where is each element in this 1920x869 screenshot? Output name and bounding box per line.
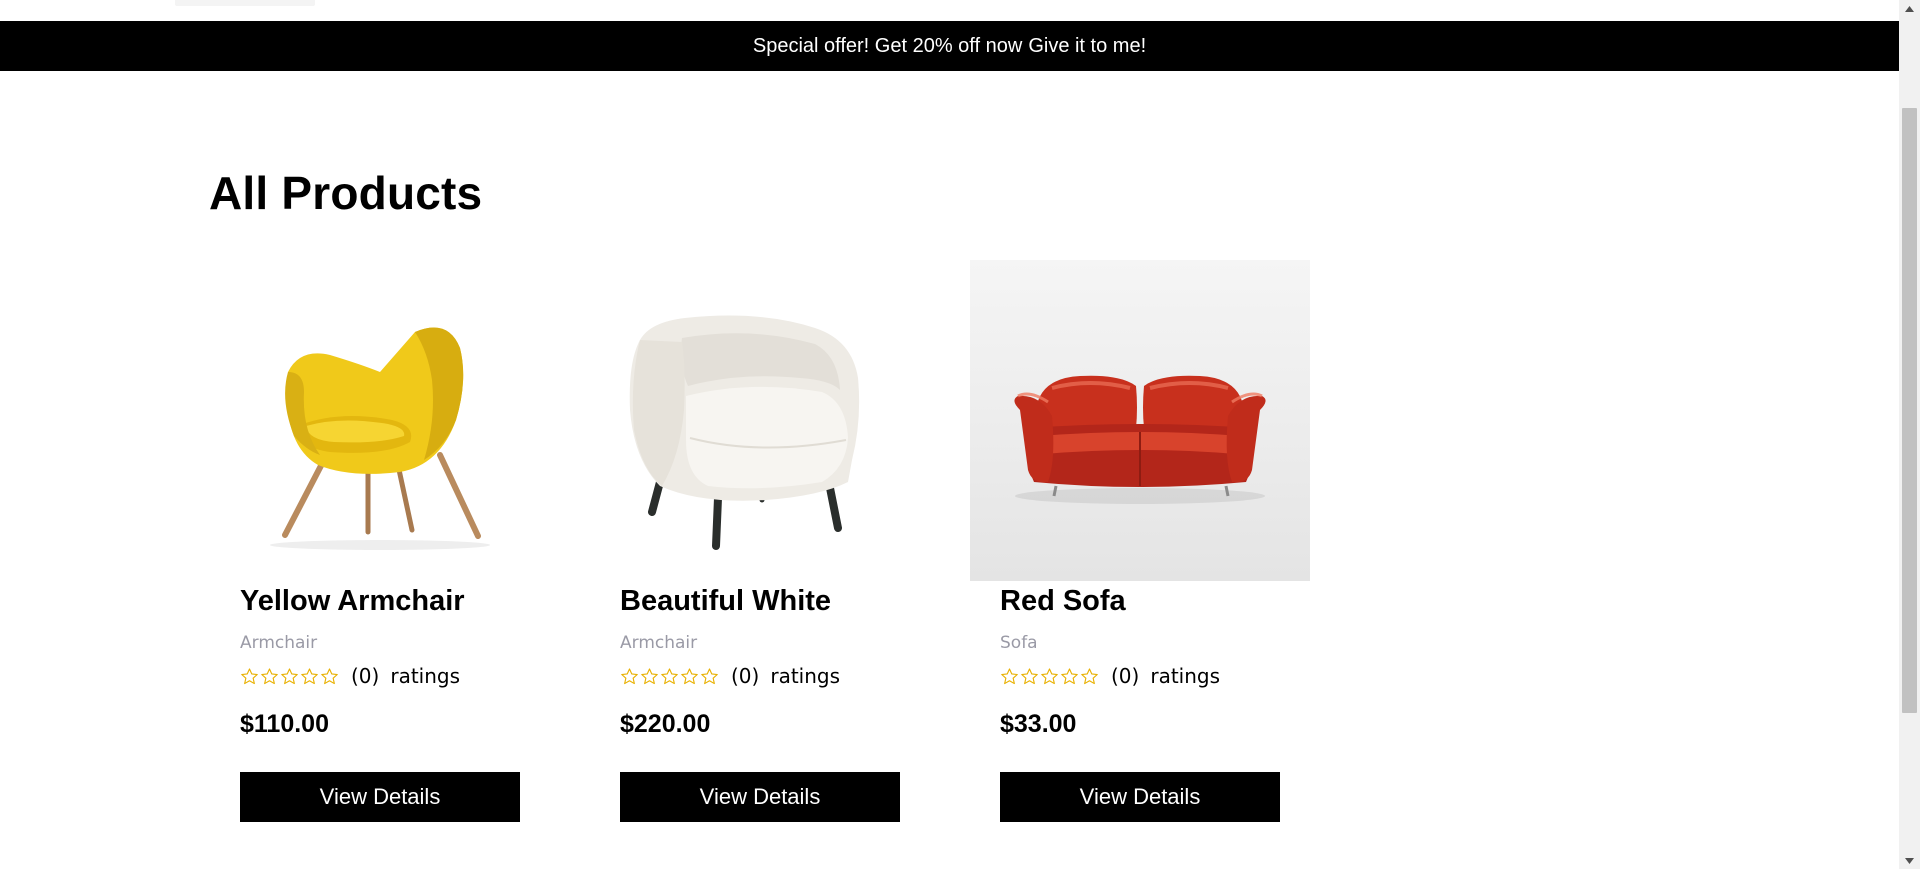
star-outline-icon bbox=[261, 667, 278, 684]
product-price: $33.00 bbox=[1000, 710, 1077, 738]
product-image[interactable] bbox=[590, 260, 930, 581]
view-details-button[interactable]: View Details bbox=[240, 772, 520, 822]
star-rating bbox=[1000, 667, 1099, 686]
white-armchair-image bbox=[629, 315, 860, 550]
star-outline-icon bbox=[301, 667, 318, 684]
promo-link[interactable]: Give it to me! bbox=[1028, 35, 1146, 58]
scrollbar-thumb[interactable] bbox=[1902, 108, 1917, 713]
product-image[interactable] bbox=[210, 260, 550, 581]
product-name[interactable]: Beautiful White bbox=[620, 585, 831, 618]
yellow-armchair-image bbox=[270, 327, 490, 550]
star-outline-icon bbox=[1061, 667, 1078, 684]
ratings-label: ratings bbox=[770, 664, 841, 688]
scroll-down-arrow-icon[interactable] bbox=[1899, 852, 1920, 869]
star-outline-icon bbox=[321, 667, 338, 684]
product-price: $110.00 bbox=[240, 710, 329, 738]
star-rating bbox=[620, 667, 719, 686]
product-name[interactable]: Yellow Armchair bbox=[240, 585, 465, 618]
header-strip bbox=[0, 0, 1899, 21]
red-sofa-image bbox=[1014, 375, 1266, 504]
rating-row: (0) ratings bbox=[1000, 664, 1220, 688]
product-price: $220.00 bbox=[620, 710, 711, 738]
rating-count: (0) bbox=[731, 664, 760, 688]
scroll-up-arrow-icon[interactable] bbox=[1899, 0, 1920, 17]
header-faded-link[interactable] bbox=[175, 0, 315, 6]
star-rating bbox=[240, 667, 339, 686]
star-outline-icon bbox=[1001, 667, 1018, 684]
star-outline-icon bbox=[661, 667, 678, 684]
star-outline-icon bbox=[241, 667, 258, 684]
page-viewport: Special offer! Get 20% off now Give it t… bbox=[0, 0, 1899, 869]
rating-count: (0) bbox=[1111, 664, 1140, 688]
page-title: All Products bbox=[209, 167, 483, 219]
star-outline-icon bbox=[1021, 667, 1038, 684]
ratings-label: ratings bbox=[390, 664, 461, 688]
star-outline-icon bbox=[701, 667, 718, 684]
ratings-label: ratings bbox=[1150, 664, 1221, 688]
star-outline-icon bbox=[681, 667, 698, 684]
rating-count: (0) bbox=[351, 664, 380, 688]
product-category: Armchair bbox=[620, 633, 698, 653]
star-outline-icon bbox=[641, 667, 658, 684]
star-outline-icon bbox=[621, 667, 638, 684]
star-outline-icon bbox=[1041, 667, 1058, 684]
view-details-button[interactable]: View Details bbox=[1000, 772, 1280, 822]
product-name[interactable]: Red Sofa bbox=[1000, 585, 1126, 618]
product-category: Sofa bbox=[1000, 633, 1038, 653]
product-image[interactable] bbox=[970, 260, 1310, 581]
view-details-button[interactable]: View Details bbox=[620, 772, 900, 822]
vertical-scrollbar[interactable] bbox=[1899, 0, 1920, 869]
star-outline-icon bbox=[1081, 667, 1098, 684]
star-outline-icon bbox=[281, 667, 298, 684]
product-category: Armchair bbox=[240, 633, 318, 653]
rating-row: (0) ratings bbox=[620, 664, 840, 688]
promo-banner: Special offer! Get 20% off now Give it t… bbox=[0, 21, 1899, 71]
rating-row: (0) ratings bbox=[240, 664, 460, 688]
promo-text: Special offer! Get 20% off now bbox=[752, 34, 1023, 57]
